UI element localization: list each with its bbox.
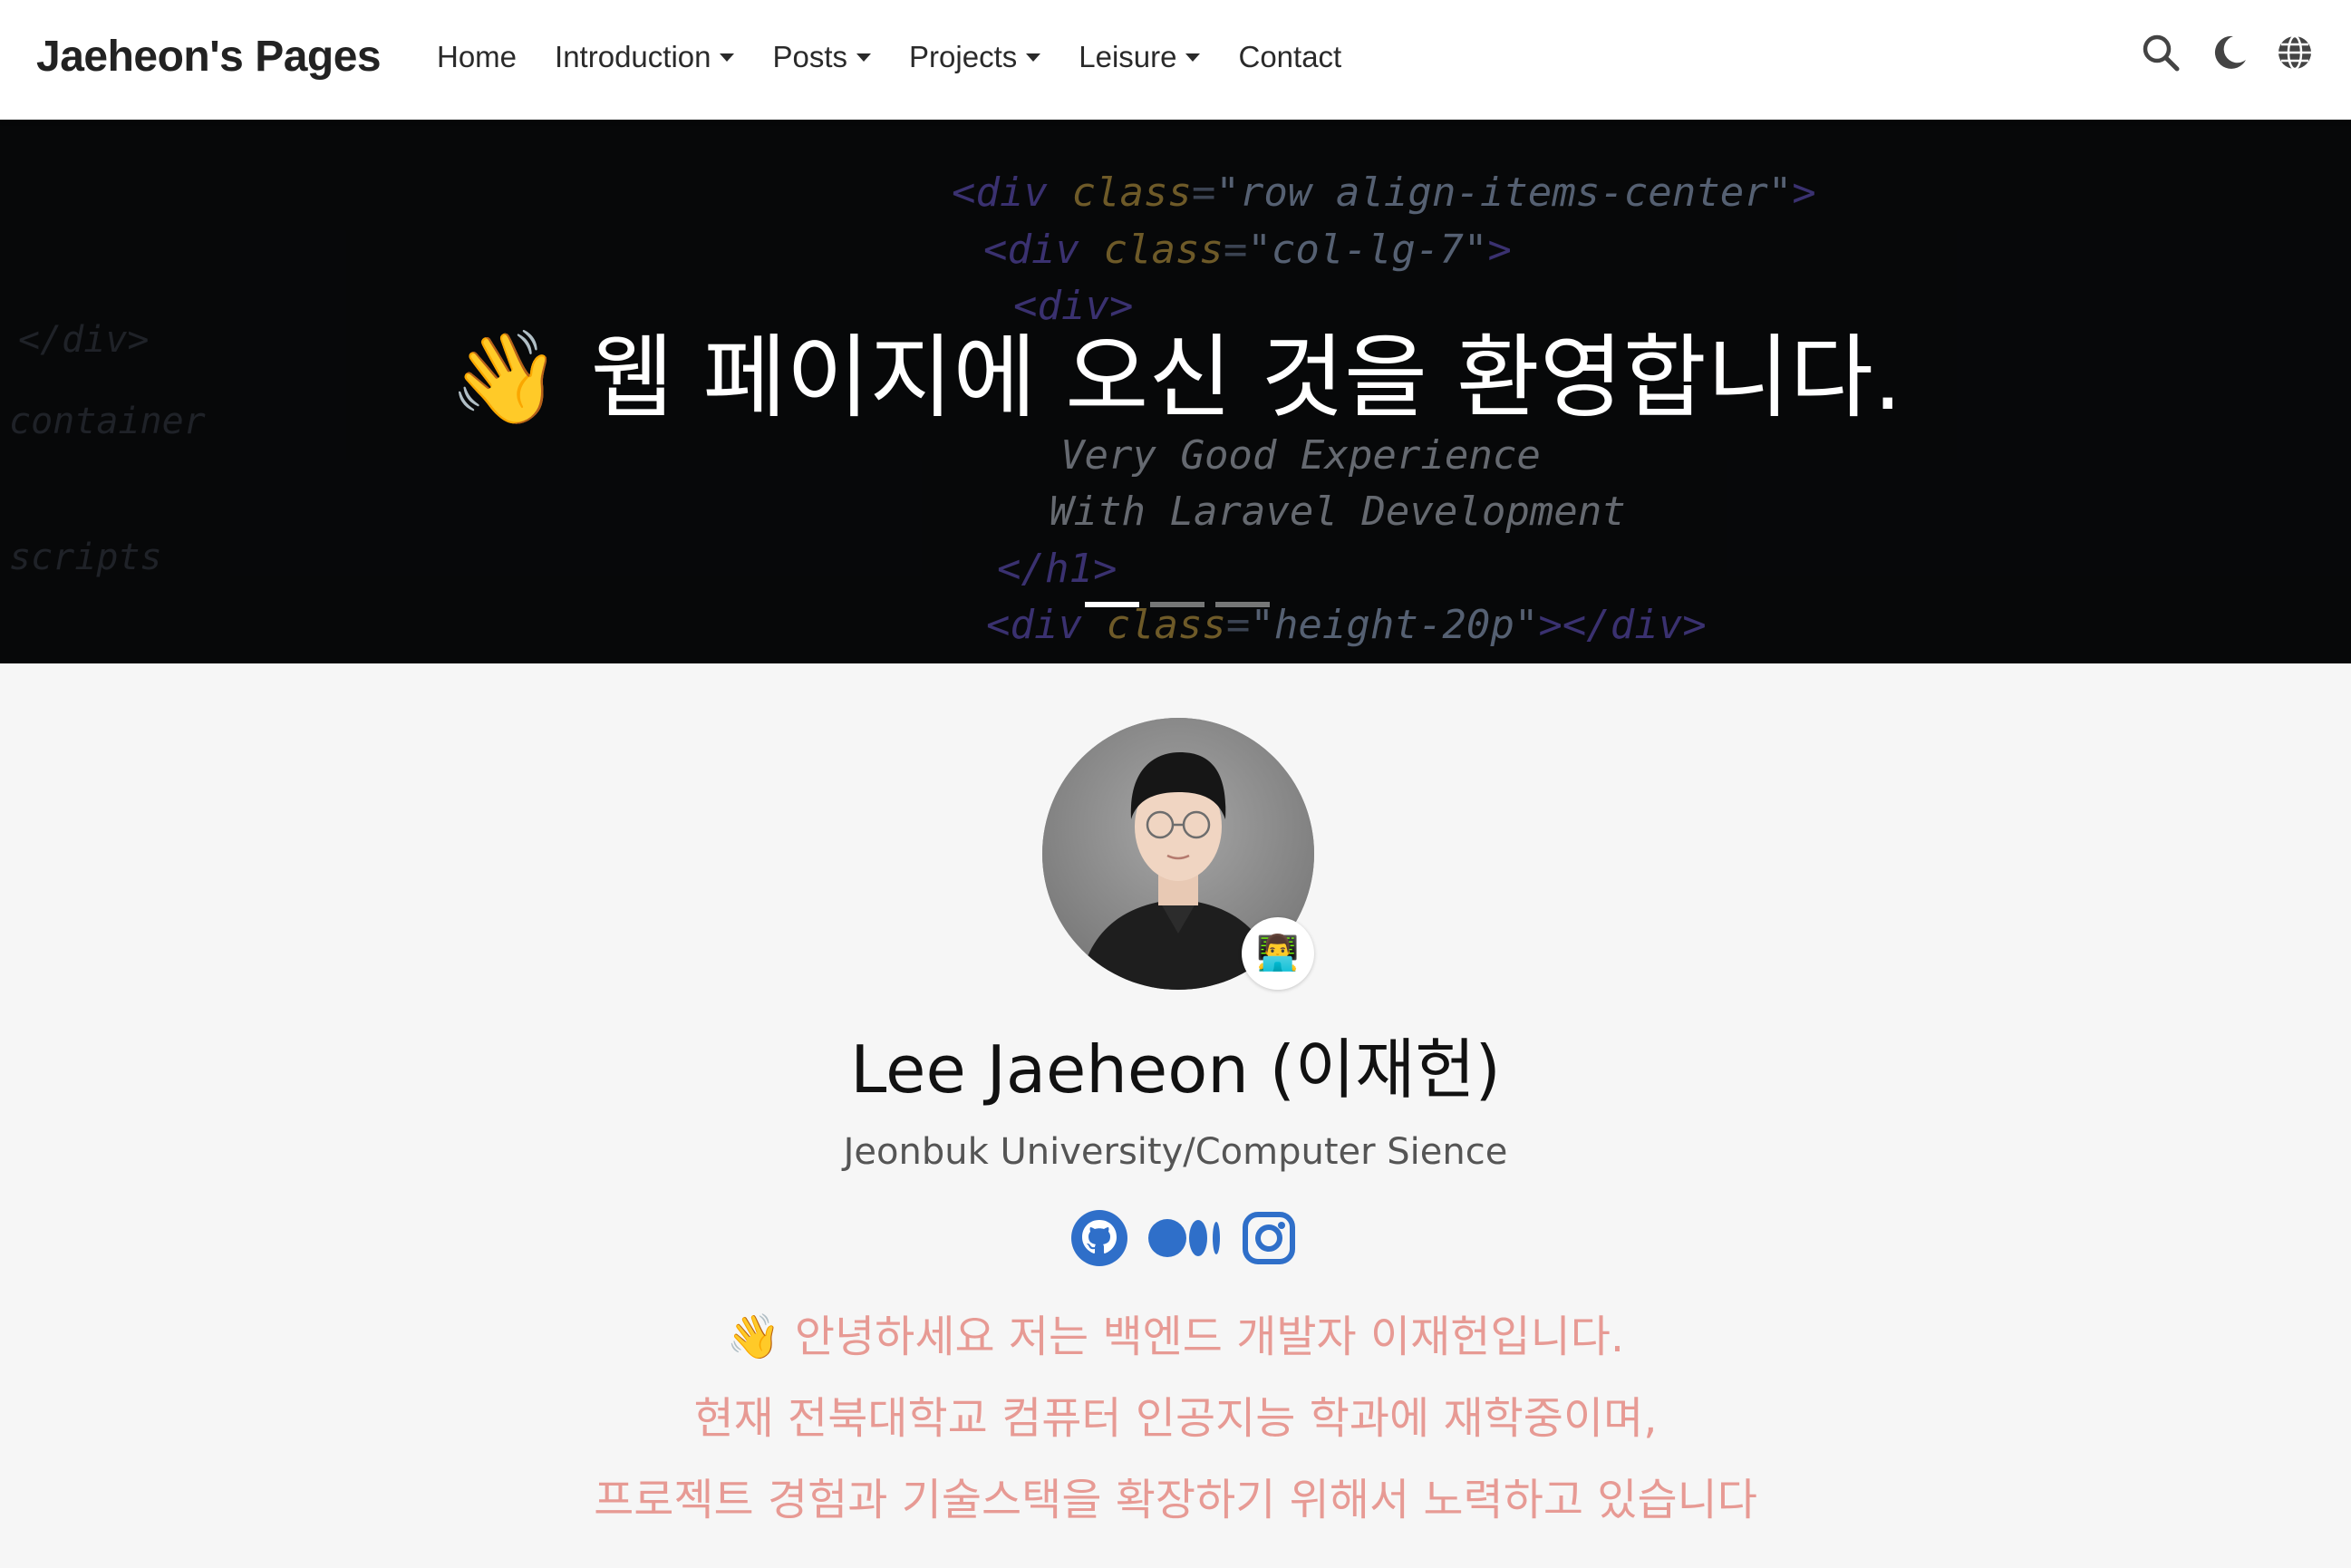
nav-item-label: Home — [437, 40, 518, 73]
top-navbar: Jaeheon's Pages Home Introduction Posts … — [0, 0, 2351, 120]
medium-icon[interactable] — [1147, 1208, 1224, 1268]
carousel-indicator-1[interactable] — [1085, 602, 1139, 607]
moon-icon[interactable] — [2210, 33, 2249, 73]
caret-down-icon — [1026, 53, 1041, 62]
nav-item-posts[interactable]: Posts — [772, 34, 872, 80]
caret-down-icon — [856, 53, 872, 62]
profile-affiliation: Jeonbuk University/Computer Sience — [843, 1131, 1508, 1173]
globe-icon[interactable] — [2275, 33, 2315, 73]
nav-item-introduction[interactable]: Introduction — [555, 34, 735, 80]
bio-line: 프로젝트 경험과 기술스택을 확장하기 위해서 노력하고 있습니다 — [594, 1475, 1757, 1525]
instagram-icon[interactable] — [1242, 1208, 1296, 1268]
nav-item-leisure[interactable]: Leisure — [1079, 34, 1201, 80]
profile-bio: 👋 안녕하세요 저는 백엔드 개발자 이재헌입니다. 현재 전북대학교 컴퓨터 … — [0, 1296, 2351, 1541]
social-links — [1069, 1208, 1296, 1268]
nav-item-label: Posts — [772, 40, 848, 73]
hero-title: 👋 웹 페이지에 오신 것을 환영합니다. — [449, 324, 1902, 431]
bio-line: 현재 전북대학교 컴퓨터 인공지능 학과에 재학중이며, — [693, 1393, 1658, 1444]
profile-name: Lee Jaeheon (이재헌) — [850, 1031, 1501, 1108]
github-icon[interactable] — [1069, 1208, 1129, 1268]
nav-item-label: Projects — [909, 40, 1018, 73]
carousel-indicator-2[interactable] — [1150, 602, 1205, 607]
site-brand[interactable]: Jaeheon's Pages — [36, 27, 382, 87]
carousel-indicator-3[interactable] — [1215, 602, 1270, 607]
search-icon[interactable] — [2141, 33, 2181, 73]
nav-item-projects[interactable]: Projects — [909, 34, 1041, 80]
nav-item-label: Contact — [1238, 40, 1342, 73]
nav-item-home[interactable]: Home — [437, 34, 517, 80]
carousel-indicators — [1085, 602, 1270, 607]
avatar-status-badge: 👨‍💻 — [1242, 917, 1314, 990]
caret-down-icon — [1185, 53, 1201, 62]
nav-menu: Home Introduction Posts Projects Leisure… — [437, 34, 1379, 80]
caret-down-icon — [720, 53, 735, 62]
hero-carousel[interactable]: <div class="row align-items-center"> <di… — [0, 120, 2351, 663]
nav-item-label: Introduction — [555, 40, 711, 73]
nav-item-contact[interactable]: Contact — [1238, 34, 1341, 80]
nav-item-label: Leisure — [1079, 40, 1177, 73]
bio-line: 👋 안녕하세요 저는 백엔드 개발자 이재헌입니다. — [726, 1312, 1625, 1362]
